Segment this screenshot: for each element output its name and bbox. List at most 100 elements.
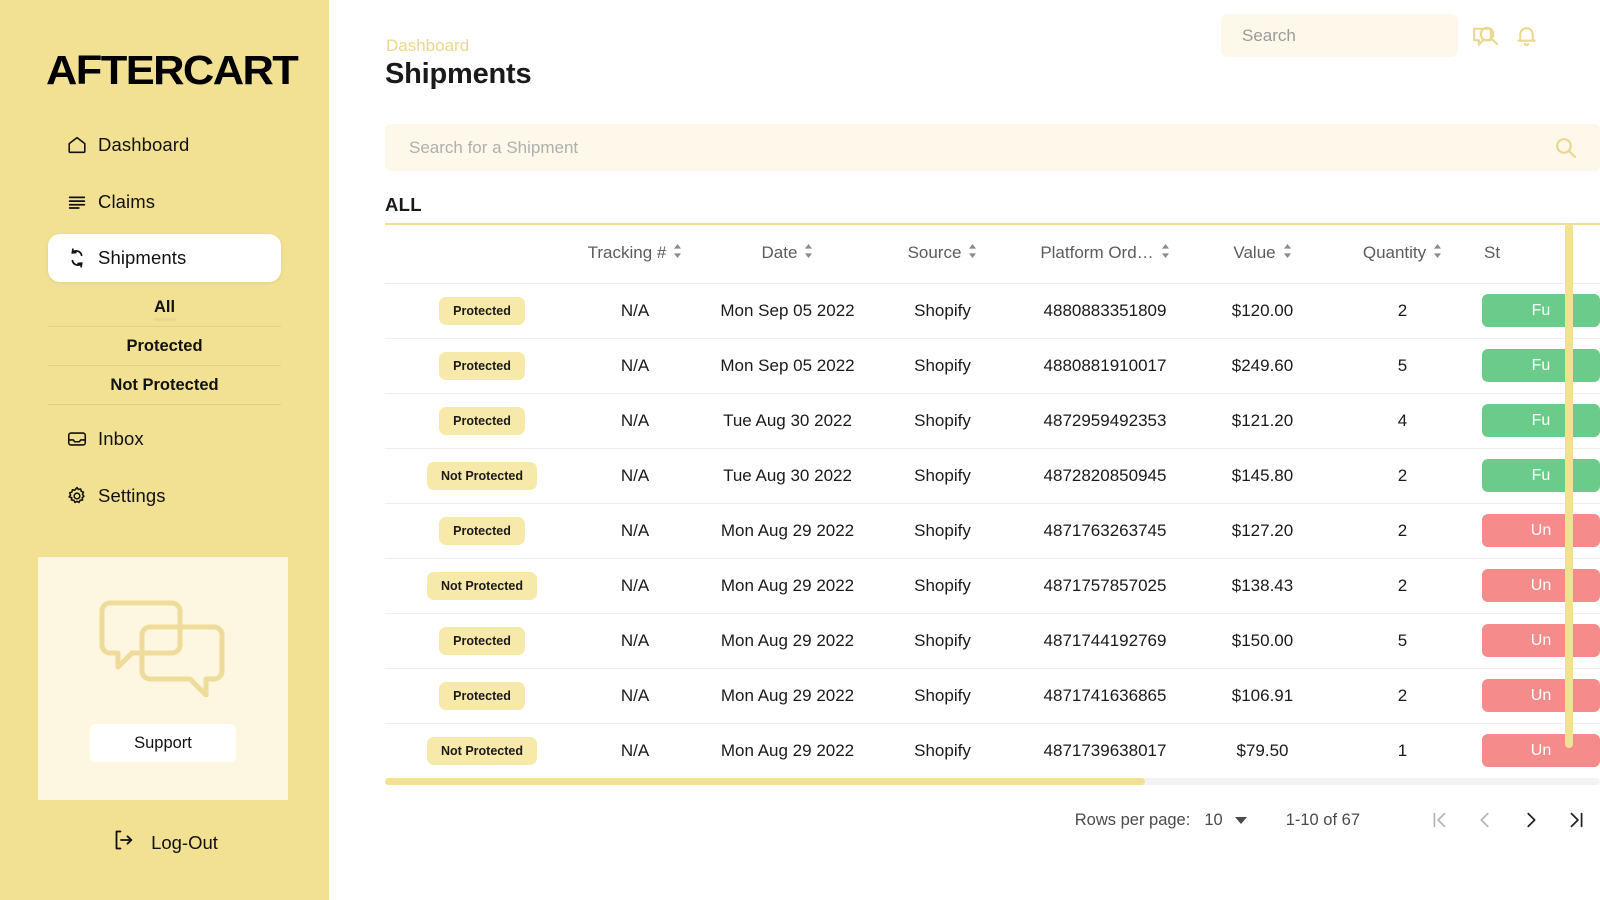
status-badge: Fu [1482,459,1600,492]
support-button[interactable]: Support [90,724,236,762]
horizontal-scrollbar-thumb[interactable] [385,778,1145,785]
tracking-cell: N/A [570,503,700,558]
table-row[interactable]: ProtectedN/ATue Aug 30 2022Shopify487295… [385,393,1600,448]
sidebar-item-shipments[interactable]: Shipments [48,234,281,282]
platform-order-cell: 4871763263745 [1010,503,1200,558]
refresh-icon [66,247,88,269]
source-cell: Shopify [875,283,1010,338]
table-body: ProtectedN/AMon Sep 05 2022Shopify488088… [385,283,1600,778]
protection-cell: Protected [385,338,570,393]
subnav-item-protected[interactable]: Protected [48,327,281,366]
table-row[interactable]: ProtectedN/AMon Aug 29 2022Shopify487176… [385,503,1600,558]
breadcrumb[interactable]: Dashboard [386,36,469,56]
status-badge: Fu [1482,294,1600,327]
sidebar-item-label: Shipments [98,247,186,269]
chat-bubbles-icon [88,589,238,697]
shipment-search-bar[interactable] [385,124,1600,171]
logout-button[interactable]: Log-Out [0,828,329,857]
last-page-button[interactable] [1554,800,1600,840]
col-quantity[interactable]: Quantity [1325,223,1480,283]
bell-icon[interactable] [1513,22,1539,48]
vertical-scrollbar-thumb[interactable] [1565,223,1573,748]
sort-icon[interactable] [1283,243,1292,263]
tracking-cell: N/A [570,338,700,393]
col-source[interactable]: Source [875,223,1010,283]
sort-icon[interactable] [968,243,977,263]
source-cell: Shopify [875,503,1010,558]
value-cell: $127.20 [1200,503,1325,558]
subnav-item-all[interactable]: All [48,288,281,327]
first-page-button[interactable] [1416,800,1462,840]
col-tracking[interactable]: Tracking # [570,223,700,283]
page-title: Shipments [385,58,531,91]
tracking-cell: N/A [570,723,700,778]
col-platform-order[interactable]: Platform Ord… [1010,223,1200,283]
sort-icon[interactable] [673,243,682,263]
status-badge: Un [1482,514,1600,547]
main-content: Dashboard Shipments [329,0,1600,900]
protection-badge: Not Protected [427,737,537,765]
platform-order-cell: 4871739638017 [1010,723,1200,778]
horizontal-scrollbar[interactable] [385,778,1600,785]
sort-icon[interactable] [804,243,813,263]
sidebar-item-label: Settings [98,485,166,507]
protection-badge: Protected [439,627,525,655]
table-row[interactable]: Not ProtectedN/AMon Aug 29 2022Shopify48… [385,723,1600,778]
tab-all[interactable]: ALL [385,194,422,223]
platform-order-cell: 4871741636865 [1010,668,1200,723]
vertical-scrollbar[interactable] [1565,223,1573,776]
col-date[interactable]: Date [700,223,875,283]
search-input[interactable] [1221,26,1477,46]
header-search[interactable] [1221,14,1458,57]
pagination: Rows per page: 10 1-10 of 67 [385,790,1600,850]
table-head: Tracking # Date [385,223,1600,283]
col-value[interactable]: Value [1200,223,1325,283]
rows-per-page-value: 10 [1204,811,1222,830]
inbox-icon [66,428,88,450]
source-cell: Shopify [875,558,1010,613]
shipment-search-input[interactable] [385,138,1553,158]
table-row[interactable]: ProtectedN/AMon Sep 05 2022Shopify488088… [385,283,1600,338]
quantity-cell: 5 [1325,338,1480,393]
next-page-button[interactable] [1508,800,1554,840]
sidebar-item-claims[interactable]: Claims [48,177,281,227]
search-icon[interactable] [1553,135,1600,160]
status-badge: Un [1482,624,1600,657]
sidebar-item-dashboard[interactable]: Dashboard [48,120,281,170]
quantity-cell: 2 [1325,283,1480,338]
table-row[interactable]: Not ProtectedN/AMon Aug 29 2022Shopify48… [385,558,1600,613]
sidebar-item-inbox[interactable]: Inbox [48,414,281,464]
previous-page-button[interactable] [1462,800,1508,840]
tracking-cell: N/A [570,668,700,723]
sort-icon[interactable] [1433,243,1442,263]
protection-cell: Not Protected [385,723,570,778]
sidebar-item-settings[interactable]: Settings [48,471,281,521]
sidebar-item-label: Dashboard [98,134,189,156]
table-row[interactable]: Not ProtectedN/ATue Aug 30 2022Shopify48… [385,448,1600,503]
table-row[interactable]: ProtectedN/AMon Sep 05 2022Shopify488088… [385,338,1600,393]
tracking-cell: N/A [570,283,700,338]
platform-order-cell: 4871757857025 [1010,558,1200,613]
protection-cell: Protected [385,668,570,723]
sidebar: AFTERCART Dashboard [0,0,329,900]
support-card: Support [38,557,288,800]
protection-badge: Protected [439,297,525,325]
table-row[interactable]: ProtectedN/AMon Aug 29 2022Shopify487174… [385,668,1600,723]
subnav-item-not-protected[interactable]: Not Protected [48,366,281,405]
sort-icon[interactable] [1161,243,1170,263]
quantity-cell: 1 [1325,723,1480,778]
col-status[interactable]: St [1480,223,1600,283]
top-bar: Dashboard Shipments [329,0,1600,112]
home-icon [66,134,88,156]
value-cell: $150.00 [1200,613,1325,668]
status-badge: Un [1482,679,1600,712]
message-icon[interactable] [1469,22,1495,48]
protection-badge: Protected [439,407,525,435]
date-cell: Mon Aug 29 2022 [700,503,875,558]
status-cell: Un [1480,503,1600,558]
rows-per-page-select[interactable]: 10 [1204,811,1246,830]
tracking-cell: N/A [570,448,700,503]
value-cell: $249.60 [1200,338,1325,393]
value-cell: $120.00 [1200,283,1325,338]
table-row[interactable]: ProtectedN/AMon Aug 29 2022Shopify487174… [385,613,1600,668]
